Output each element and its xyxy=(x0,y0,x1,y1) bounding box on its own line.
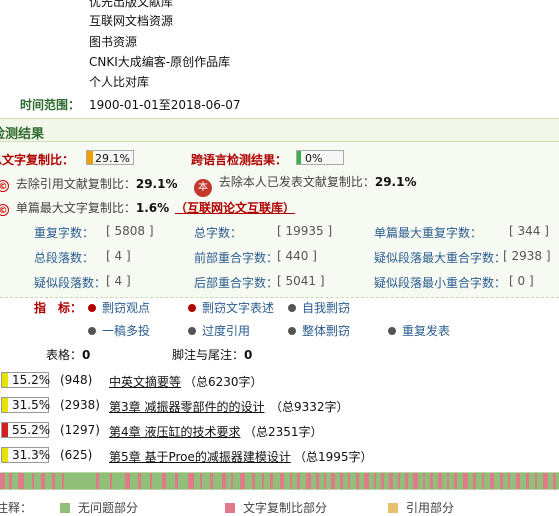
indicator-dot xyxy=(388,327,396,335)
indicator-item[interactable]: 剽窃文字表述 xyxy=(188,299,274,316)
section-words: （总6230字） xyxy=(184,375,263,389)
indicator-item[interactable]: 自我剽窃 xyxy=(288,299,350,316)
single-max-row: © 单篇最大文字复制比：1.6% （互联网论文互联库） xyxy=(0,199,295,216)
stat-label: 前部重合字数： xyxy=(194,251,279,265)
legend-swatch xyxy=(388,503,398,513)
distribution-strip xyxy=(0,472,559,490)
single-max-label: 单篇最大文字复制比： xyxy=(15,201,136,215)
results-title: 检测结果 xyxy=(0,127,45,142)
tables-count-row: 表格：0 xyxy=(46,346,90,363)
single-max-value: 1.6% xyxy=(135,201,170,215)
section-title-link[interactable]: 中英文摘要等 xyxy=(109,373,181,390)
tables-value: 0 xyxy=(82,348,91,362)
section-pct-bar: 31.5% xyxy=(1,397,50,413)
stat-value: [ 5041 ] xyxy=(277,274,325,288)
stat-value: [ 344 ] xyxy=(509,224,549,238)
indicators-label: 指 标： xyxy=(34,301,83,315)
exclude-ref-row: © 去除引用文献复制比：29.1% xyxy=(0,175,177,192)
source-item: 个人比对库 xyxy=(89,75,150,89)
exclude-ref-value: 29.1% xyxy=(135,177,178,191)
cross-lang-meter: 0% xyxy=(296,150,344,165)
stat-label: 疑似段落最大重合字数： xyxy=(374,251,507,265)
section-count: (948) xyxy=(60,373,93,387)
section-words: （总1995字） xyxy=(294,450,373,464)
indicator-dot xyxy=(188,304,196,312)
ben-icon: 本 xyxy=(194,179,212,197)
legend-swatch xyxy=(225,503,235,513)
footnote-value: 0 xyxy=(244,348,253,362)
legend-item: 无问题部分 xyxy=(60,499,138,516)
indicator-item[interactable]: 整体剽窃 xyxy=(288,322,350,339)
section-count: (2938) xyxy=(60,398,100,412)
section-count: (1297) xyxy=(60,423,100,437)
stat-value: [ 4 ] xyxy=(106,249,131,263)
exclude-ref-label: 去除引用文献复制比： xyxy=(15,177,136,191)
indicator-dot xyxy=(88,304,96,312)
time-range-label: 时间范围： xyxy=(20,98,81,112)
tables-label: 表格： xyxy=(46,348,83,362)
exclude-self-value: 29.1% xyxy=(374,175,417,189)
footnote-label: 脚注与尾注： xyxy=(172,348,245,362)
section-words: （总2351字） xyxy=(244,425,323,439)
stat-value: [ 0 ] xyxy=(509,274,534,288)
source-item: 优先出版文献库 xyxy=(89,0,174,9)
indicator-item[interactable]: 重复发表 xyxy=(388,322,450,339)
indicator-dot xyxy=(288,304,296,312)
distribution-strip-marks xyxy=(0,473,556,489)
time-range-value: 1900-01-01至2018-06-07 xyxy=(89,98,241,112)
source-item: 互联网文档资源 xyxy=(89,14,174,28)
indicator-dot xyxy=(88,327,96,335)
stat-value: [ 440 ] xyxy=(277,249,317,263)
section-words: （总9332字） xyxy=(270,400,349,414)
stat-label: 总字数： xyxy=(194,226,243,240)
cross-lang-value: 0% xyxy=(305,152,323,165)
source-item: 图书资源 xyxy=(89,35,138,49)
exclude-self-label: 去除本人已发表文献复制比： xyxy=(218,175,375,189)
cross-lang-label: 跨语言检测结果： xyxy=(191,153,288,167)
indicator-item[interactable]: 剽窃观点 xyxy=(88,299,150,316)
section-pct-bar: 15.2% xyxy=(1,372,50,388)
single-max-source-link[interactable]: （互联网论文互联库） xyxy=(175,201,295,215)
exclude-self-row: 本 去除本人已发表文献复制比：29.1% xyxy=(194,173,416,197)
legend-item: 引用部分 xyxy=(388,499,454,516)
stat-label: 总段落数： xyxy=(34,251,95,265)
legend-item: 文字复制比部分 xyxy=(225,499,327,516)
section-pct-bar: 31.3% xyxy=(1,447,50,463)
copy-circle-icon: © xyxy=(0,204,9,216)
indicator-dot xyxy=(288,327,296,335)
total-copy-value: 29.1% xyxy=(95,152,130,165)
indicator-dot xyxy=(188,327,196,335)
results-header: 检测结果 xyxy=(0,118,559,142)
legend-label: 注释： xyxy=(0,501,33,515)
legend-swatch xyxy=(60,503,70,513)
stat-value: [ 2938 ] xyxy=(503,249,551,263)
footnote-count-row: 脚注与尾注：0 xyxy=(172,346,252,363)
total-copy-label: 总文字复制比： xyxy=(0,153,75,167)
source-item: CNKI大成编客-原创作品库 xyxy=(89,55,231,69)
section-title-link[interactable]: 第3章 减振器零部件的的设计 xyxy=(109,398,264,415)
stat-label: 疑似段落最小重合字数： xyxy=(374,276,507,290)
stat-value: [ 19935 ] xyxy=(277,224,333,238)
section-count: (625) xyxy=(60,448,93,462)
total-copy-meter: 29.1% xyxy=(86,150,134,165)
copy-circle-icon: © xyxy=(0,180,9,192)
stat-value: [ 4 ] xyxy=(106,274,131,288)
indicator-item[interactable]: 一稿多投 xyxy=(88,322,150,339)
section-title-link[interactable]: 第4章 液压缸的技术要求 xyxy=(109,423,240,440)
stat-label: 重复字数： xyxy=(34,226,95,240)
stat-label: 疑似段落数： xyxy=(34,276,107,290)
stat-label: 后部重合字数： xyxy=(194,276,279,290)
section-pct-bar: 55.2% xyxy=(1,422,50,438)
stat-value: [ 5808 ] xyxy=(106,224,154,238)
section-title-link[interactable]: 第5章 基于Proe的减振器建模设计 xyxy=(109,448,291,465)
indicator-item[interactable]: 过度引用 xyxy=(188,322,250,339)
stat-label: 单篇最大重复字数： xyxy=(374,226,483,240)
